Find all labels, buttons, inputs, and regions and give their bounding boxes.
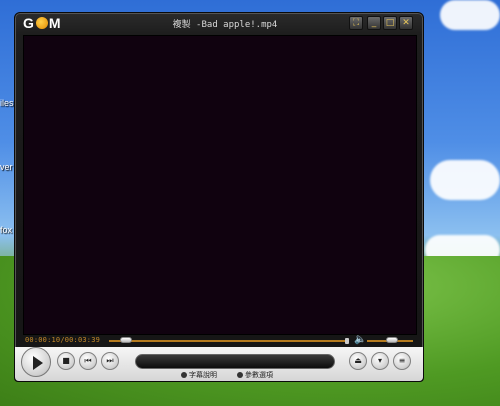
subtitles-link[interactable]: 字幕說明 <box>181 371 217 380</box>
logo-letter: G <box>23 15 35 31</box>
media-player-window: GM 複製 -Bad apple!.mp4 ⛶ _ □ ✕ 00:00:10/0… <box>14 12 424 382</box>
video-area[interactable] <box>23 35 417 335</box>
seek-thumb[interactable] <box>120 337 132 343</box>
close-button[interactable]: ✕ <box>399 16 413 30</box>
subtitles-label: 字幕說明 <box>189 371 217 379</box>
gom-logo[interactable]: GM <box>23 16 63 31</box>
minimize-button[interactable]: _ <box>367 16 381 30</box>
control-panel: ■ ⏮ ⏭ ⏏ ▾ ≡ 字幕說明 參數選項 <box>15 347 423 381</box>
preferences-label: 參數選項 <box>245 371 273 379</box>
volume-icon[interactable]: 🔈 <box>354 334 366 345</box>
down-button[interactable]: ▾ <box>371 352 389 370</box>
desktop-icon-label[interactable]: fox <box>0 225 12 235</box>
previous-button[interactable]: ⏮ <box>79 352 97 370</box>
play-button[interactable] <box>21 347 51 377</box>
seek-end-marker <box>345 338 349 344</box>
title-bar[interactable]: GM 複製 -Bad apple!.mp4 ⛶ _ □ ✕ <box>15 13 423 35</box>
menu-button[interactable]: ≡ <box>393 352 411 370</box>
desktop-icon-label[interactable]: iles <box>0 98 14 108</box>
seek-bar-row: 00:00:10/00:03:39 🔈 <box>15 334 423 347</box>
next-button[interactable]: ⏭ <box>101 352 119 370</box>
playlist-bar[interactable] <box>135 354 335 369</box>
time-display: 00:00:10/00:03:39 <box>25 336 101 344</box>
cloud <box>430 160 500 200</box>
preferences-link[interactable]: 參數選項 <box>237 371 273 380</box>
logo-letter: M <box>48 15 62 31</box>
eject-button[interactable]: ⏏ <box>349 352 367 370</box>
bullet-icon <box>237 372 243 378</box>
desktop-icon-label[interactable]: ver <box>0 162 13 172</box>
skin-button[interactable]: ⛶ <box>349 16 363 30</box>
play-icon <box>33 356 43 370</box>
maximize-button[interactable]: □ <box>383 16 397 30</box>
bullet-icon <box>181 372 187 378</box>
logo-o-icon <box>35 17 48 29</box>
cloud <box>440 0 500 30</box>
stop-button[interactable]: ■ <box>57 352 75 370</box>
volume-thumb[interactable] <box>386 337 398 343</box>
seek-track[interactable] <box>109 340 345 342</box>
window-title: 複製 -Bad apple!.mp4 <box>172 20 278 30</box>
